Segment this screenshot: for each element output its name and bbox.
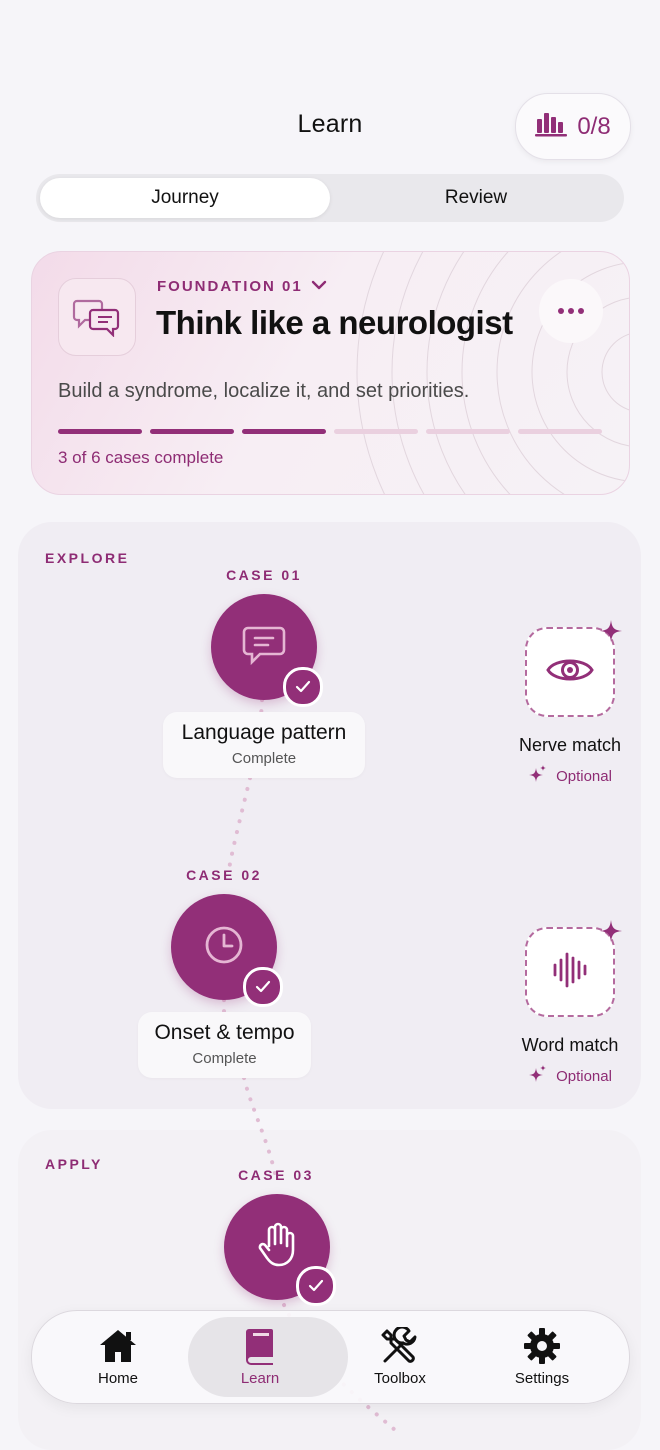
case-number: CASE 02 <box>186 867 262 883</box>
optional-tag: Optional <box>490 764 650 788</box>
section-label-apply: APPLY <box>45 1156 103 1172</box>
optional-tag: Optional <box>490 1064 650 1088</box>
tab-learn[interactable]: Learn <box>188 1311 348 1403</box>
gear-icon <box>523 1327 561 1370</box>
section-label-explore: EXPLORE <box>45 550 130 566</box>
check-icon <box>283 667 323 707</box>
home-icon <box>98 1327 138 1370</box>
book-icon <box>245 1327 275 1370</box>
tab-toolbox[interactable]: Toolbox <box>330 1311 470 1403</box>
check-icon <box>296 1266 336 1306</box>
check-icon <box>243 967 283 1007</box>
waveform-icon <box>552 950 588 995</box>
optional-label: Optional <box>556 767 612 785</box>
speech-bubble-icon <box>242 625 286 670</box>
sparkle-icon <box>599 919 623 948</box>
sparkles-icon <box>528 1064 548 1088</box>
tab-settings[interactable]: Settings <box>472 1311 612 1403</box>
case-status: Complete <box>231 750 297 767</box>
tab-home[interactable]: Home <box>48 1311 188 1403</box>
case-number: CASE 01 <box>226 567 302 583</box>
clock-icon <box>203 924 245 971</box>
tab-label: Home <box>97 1370 138 1387</box>
optional-label: Optional <box>556 1067 612 1085</box>
case-title: Onset & tempo <box>154 1021 295 1044</box>
case-status: Complete <box>192 1050 257 1067</box>
tab-bar: Home Learn Toolbox Settings <box>31 1310 630 1404</box>
hand-icon <box>257 1222 297 1273</box>
tab-label: Settings <box>514 1370 570 1387</box>
case-01-card[interactable]: Language pattern Complete <box>163 712 365 778</box>
tools-icon <box>379 1325 421 1374</box>
sparkle-icon <box>599 619 623 648</box>
optional-title: Word match <box>521 1035 619 1055</box>
case-02-card[interactable]: Onset & tempo Complete <box>138 1012 311 1078</box>
tab-label: Learn <box>240 1370 280 1387</box>
sparkles-icon <box>528 764 548 788</box>
eye-icon <box>545 653 595 692</box>
case-title: Language pattern <box>181 721 347 744</box>
tab-label: Toolbox <box>374 1370 426 1387</box>
case-number: CASE 03 <box>238 1167 314 1183</box>
optional-title: Nerve match <box>518 735 622 755</box>
